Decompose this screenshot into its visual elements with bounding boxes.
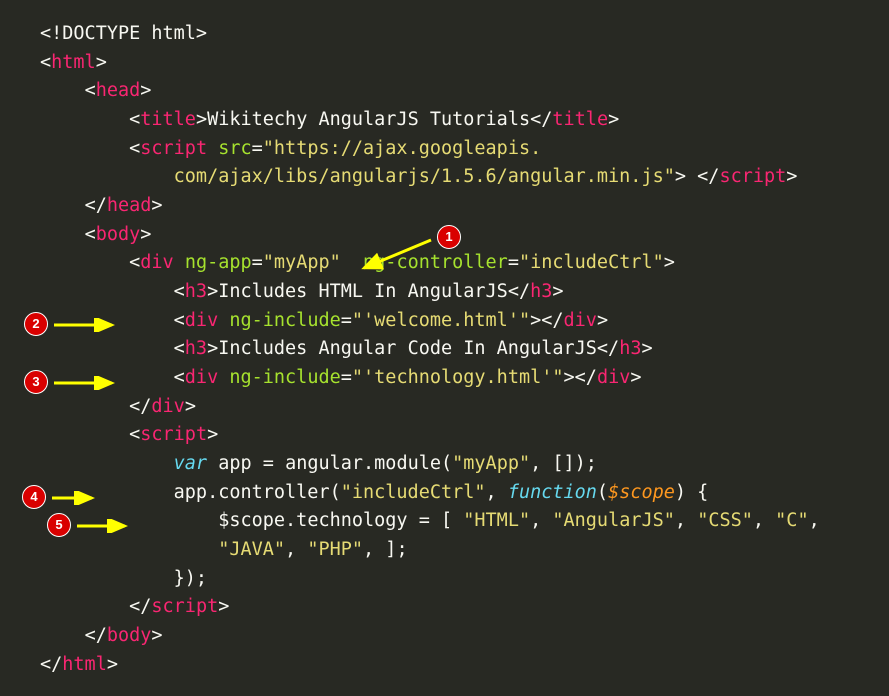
controller-call: app.controller( bbox=[174, 482, 341, 503]
function-kw: function bbox=[508, 482, 597, 503]
badge-3-text: 3 bbox=[32, 372, 39, 392]
h3-close2: h3 bbox=[619, 338, 641, 359]
func-arg: $scope bbox=[608, 482, 675, 503]
eq: = bbox=[252, 453, 285, 474]
html-open: html bbox=[51, 52, 96, 73]
h3-text2: Includes Angular Code In AngularJS bbox=[218, 338, 597, 359]
arr2: "AngularJS" bbox=[552, 510, 675, 531]
comma: , bbox=[486, 482, 508, 503]
annotation-badge-4: 4 bbox=[22, 485, 46, 509]
script-open: script bbox=[140, 138, 207, 159]
h3-close1: h3 bbox=[530, 281, 552, 302]
annotation-arrow-1 bbox=[356, 236, 441, 276]
brace-close: }); bbox=[174, 568, 207, 589]
body-close: body bbox=[107, 625, 152, 646]
title-text: Wikitechy AngularJS Tutorials bbox=[207, 109, 530, 130]
badge-2-text: 2 bbox=[32, 314, 39, 334]
title-tag: title bbox=[140, 109, 196, 130]
div-inc2-close: div bbox=[597, 367, 630, 388]
title-close: title bbox=[552, 109, 608, 130]
annotation-arrow-4 bbox=[50, 491, 102, 505]
nginc-val1: "'welcome.html'" bbox=[352, 310, 530, 331]
div-inc1: div bbox=[185, 310, 218, 331]
arr-close: , ]; bbox=[363, 539, 408, 560]
arr6: "PHP" bbox=[307, 539, 363, 560]
annotation-badge-1: 1 bbox=[437, 225, 461, 249]
annotation-badge-2: 2 bbox=[24, 312, 48, 336]
body-open: body bbox=[96, 224, 141, 245]
module-name: "myApp" bbox=[452, 453, 530, 474]
h3-open1: h3 bbox=[185, 281, 207, 302]
src-val-2: com/ajax/libs/angularjs/1.5.6/angular.mi… bbox=[174, 166, 675, 187]
div-inc1-close: div bbox=[564, 310, 597, 331]
module-args: , []); bbox=[530, 453, 597, 474]
ngapp-val: "myApp" bbox=[263, 252, 341, 273]
annotation-arrow-2 bbox=[52, 318, 122, 332]
arr5: "JAVA" bbox=[218, 539, 285, 560]
badge-4-text: 4 bbox=[30, 487, 37, 507]
script2-open: script bbox=[140, 424, 207, 445]
app-name: app bbox=[218, 453, 251, 474]
h3-text1: Includes HTML In AngularJS bbox=[218, 281, 508, 302]
annotation-arrow-3 bbox=[52, 376, 122, 390]
annotation-arrow-5 bbox=[75, 519, 135, 533]
scope-assign: $scope.technology = [ bbox=[218, 510, 463, 531]
nginc-attr2: ng-include bbox=[229, 367, 340, 388]
arr1: "HTML" bbox=[463, 510, 530, 531]
head-close: head bbox=[107, 195, 152, 216]
script-close: script bbox=[719, 166, 786, 187]
brace-open: ) { bbox=[675, 482, 708, 503]
ngapp-attr: ng-app bbox=[185, 252, 252, 273]
div-inc2: div bbox=[185, 367, 218, 388]
badge-5-text: 5 bbox=[55, 515, 62, 535]
angular-module: angular.module( bbox=[285, 453, 452, 474]
var-kw: var bbox=[174, 453, 207, 474]
src-attr: src bbox=[218, 138, 251, 159]
head-open: head bbox=[96, 80, 141, 101]
html-close: html bbox=[62, 654, 107, 675]
doctype: <!DOCTYPE html> bbox=[40, 23, 207, 44]
div-close1: div bbox=[151, 396, 184, 417]
badge-1-text: 1 bbox=[445, 227, 452, 247]
nginc-val2: "'technology.html'" bbox=[352, 367, 564, 388]
annotation-badge-3: 3 bbox=[24, 370, 48, 394]
controller-name: "includeCtrl" bbox=[341, 482, 486, 503]
h3-open2: h3 bbox=[185, 338, 207, 359]
ngctrl-val: "includeCtrl" bbox=[519, 252, 664, 273]
nginc-attr1: ng-include bbox=[229, 310, 340, 331]
code-block: <!DOCTYPE html> <html> <head> <title>Wik… bbox=[0, 0, 889, 679]
src-val-1: "https://ajax.googleapis. bbox=[263, 138, 541, 159]
arr4: "C" bbox=[775, 510, 808, 531]
script2-close: script bbox=[151, 596, 218, 617]
div-open1: div bbox=[140, 252, 173, 273]
annotation-badge-5: 5 bbox=[47, 513, 71, 537]
arr3: "CSS" bbox=[697, 510, 753, 531]
